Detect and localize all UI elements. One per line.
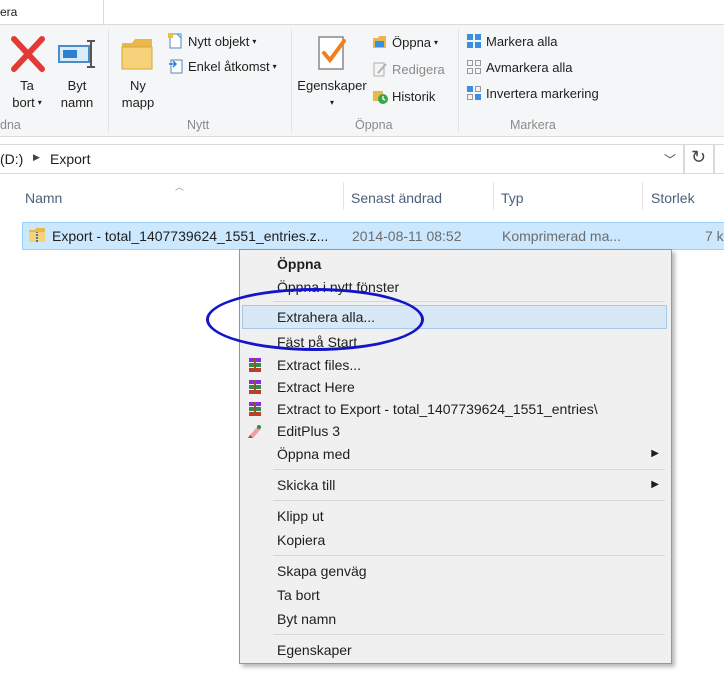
- menu-item-pin-to-start[interactable]: Fäst på Start: [242, 331, 667, 353]
- zip-folder-icon: [29, 228, 45, 242]
- group-label-open: Öppna: [355, 118, 393, 132]
- menu-item-send-to[interactable]: Skicka till ▶: [242, 474, 667, 496]
- column-header-name[interactable]: Namn: [25, 190, 62, 206]
- group-separator: [108, 29, 109, 133]
- menu-item-properties[interactable]: Egenskaper: [242, 639, 667, 661]
- address-bar: (D:) ▶ Export ﹀ ↻: [0, 144, 724, 174]
- menu-separator: [273, 500, 665, 501]
- column-divider[interactable]: [343, 182, 344, 210]
- select-none-button[interactable]: Avmarkera alla: [466, 57, 572, 79]
- file-name: Export - total_1407739624_1551_entries.z…: [52, 228, 329, 244]
- breadcrumb-drive[interactable]: (D:): [0, 151, 23, 167]
- rename-icon: [58, 40, 95, 68]
- menu-item-editplus[interactable]: EditPlus 3: [242, 420, 667, 442]
- easy-access-icon: [169, 59, 183, 74]
- menu-item-delete[interactable]: Ta bort: [242, 584, 667, 606]
- editplus-icon: [248, 425, 261, 438]
- open-icon: [373, 36, 386, 48]
- submenu-arrow-icon: ▶: [651, 479, 659, 490]
- group-separator: [458, 29, 459, 133]
- column-header-size[interactable]: Storlek: [651, 190, 695, 206]
- rename-label: Byt namn: [60, 78, 94, 110]
- new-folder-button[interactable]: Ny mapp: [114, 29, 162, 117]
- address-field[interactable]: (D:) ▶ Export ﹀: [0, 144, 684, 174]
- refresh-button[interactable]: ↻: [684, 144, 714, 174]
- address-history-chevron-icon[interactable]: ﹀: [664, 151, 676, 168]
- column-divider[interactable]: [642, 182, 643, 210]
- refresh-icon: ↻: [691, 147, 707, 167]
- menu-separator: [273, 634, 665, 635]
- menu-item-open-with[interactable]: Öppna med ▶: [242, 443, 667, 465]
- tab-divider: [103, 0, 104, 24]
- breadcrumb-folder[interactable]: Export: [50, 151, 90, 167]
- file-date-modified: 2014-08-11 08:52: [352, 228, 462, 244]
- menu-item-rename[interactable]: Byt namn: [242, 608, 667, 630]
- folder-icon: [121, 39, 153, 70]
- winrar-icon: [249, 380, 261, 394]
- menu-item-open[interactable]: Öppna: [242, 253, 667, 275]
- select-all-icon: [467, 34, 481, 48]
- menu-item-create-shortcut[interactable]: Skapa genväg: [242, 560, 667, 582]
- group-label-new: Nytt: [187, 118, 210, 132]
- delete-x-icon: [11, 36, 45, 72]
- delete-button[interactable]: Ta bort ▾: [6, 29, 48, 117]
- properties-button[interactable]: Egenskaper ▾: [296, 29, 368, 117]
- history-icon: [373, 91, 388, 104]
- invert-selection-button[interactable]: Invertera markering: [466, 83, 599, 105]
- menu-separator: [273, 469, 665, 470]
- group-label-organize: dna: [0, 118, 21, 132]
- file-size: 7 k: [705, 228, 724, 244]
- select-all-button[interactable]: Markera alla: [466, 31, 558, 53]
- file-row-selected[interactable]: Export - total_1407739624_1551_entries.z…: [22, 222, 724, 250]
- sort-ascending-icon: ︿: [175, 182, 185, 192]
- winrar-icon: [249, 402, 261, 416]
- menu-separator: [273, 301, 665, 302]
- menu-separator: [273, 555, 665, 556]
- select-none-icon: [467, 60, 481, 74]
- ribbon-tab-strip: era: [0, 0, 724, 25]
- menu-item-copy[interactable]: Kopiera: [242, 529, 667, 551]
- ribbon-tab-partial[interactable]: era: [0, 5, 17, 19]
- column-header-type[interactable]: Typ: [501, 190, 524, 206]
- menu-item-extract-files[interactable]: Extract files...: [242, 354, 667, 376]
- menu-item-open-new-window[interactable]: Öppna i nytt fönster: [242, 276, 667, 298]
- menu-item-extract-all[interactable]: Extrahera alla...: [242, 305, 667, 329]
- properties-label: Egenskaper ▾: [297, 78, 367, 107]
- group-separator: [291, 29, 292, 133]
- ribbon: Ta bort ▾ Byt namn dna Ny mapp Nytt objekt ▾ …: [0, 25, 724, 137]
- invert-selection-icon: [467, 86, 481, 100]
- edit-icon: [373, 62, 387, 77]
- easy-access-button[interactable]: Enkel åtkomst ▾: [168, 56, 277, 78]
- rename-button[interactable]: Byt namn: [54, 29, 100, 117]
- menu-item-extract-here[interactable]: Extract Here: [242, 376, 667, 398]
- file-type: Komprimerad ma...: [502, 228, 622, 244]
- delete-label: Ta bort ▾: [12, 78, 42, 110]
- breadcrumb-chevron-icon[interactable]: ▶: [33, 152, 40, 163]
- group-label-select: Markera: [510, 118, 556, 132]
- edit-button[interactable]: Redigera: [372, 59, 445, 81]
- menu-item-cut[interactable]: Klipp ut: [242, 505, 667, 527]
- new-item-icon: [168, 33, 182, 49]
- winrar-icon: [249, 358, 261, 372]
- open-button[interactable]: Öppna ▾: [372, 32, 438, 54]
- new-item-button[interactable]: Nytt objekt ▾: [168, 31, 256, 53]
- search-box[interactable]: [714, 144, 724, 174]
- submenu-arrow-icon: ▶: [651, 448, 659, 459]
- menu-item-extract-to-folder[interactable]: Extract to Export - total_1407739624_155…: [242, 398, 667, 420]
- history-button[interactable]: Historik: [372, 86, 435, 108]
- context-menu: Öppna Öppna i nytt fönster Extrahera all…: [239, 249, 672, 664]
- column-divider[interactable]: [493, 182, 494, 210]
- new-folder-label: Ny mapp: [121, 78, 155, 110]
- column-header-date[interactable]: Senast ändrad: [351, 190, 442, 206]
- properties-checklist-icon: [318, 36, 346, 70]
